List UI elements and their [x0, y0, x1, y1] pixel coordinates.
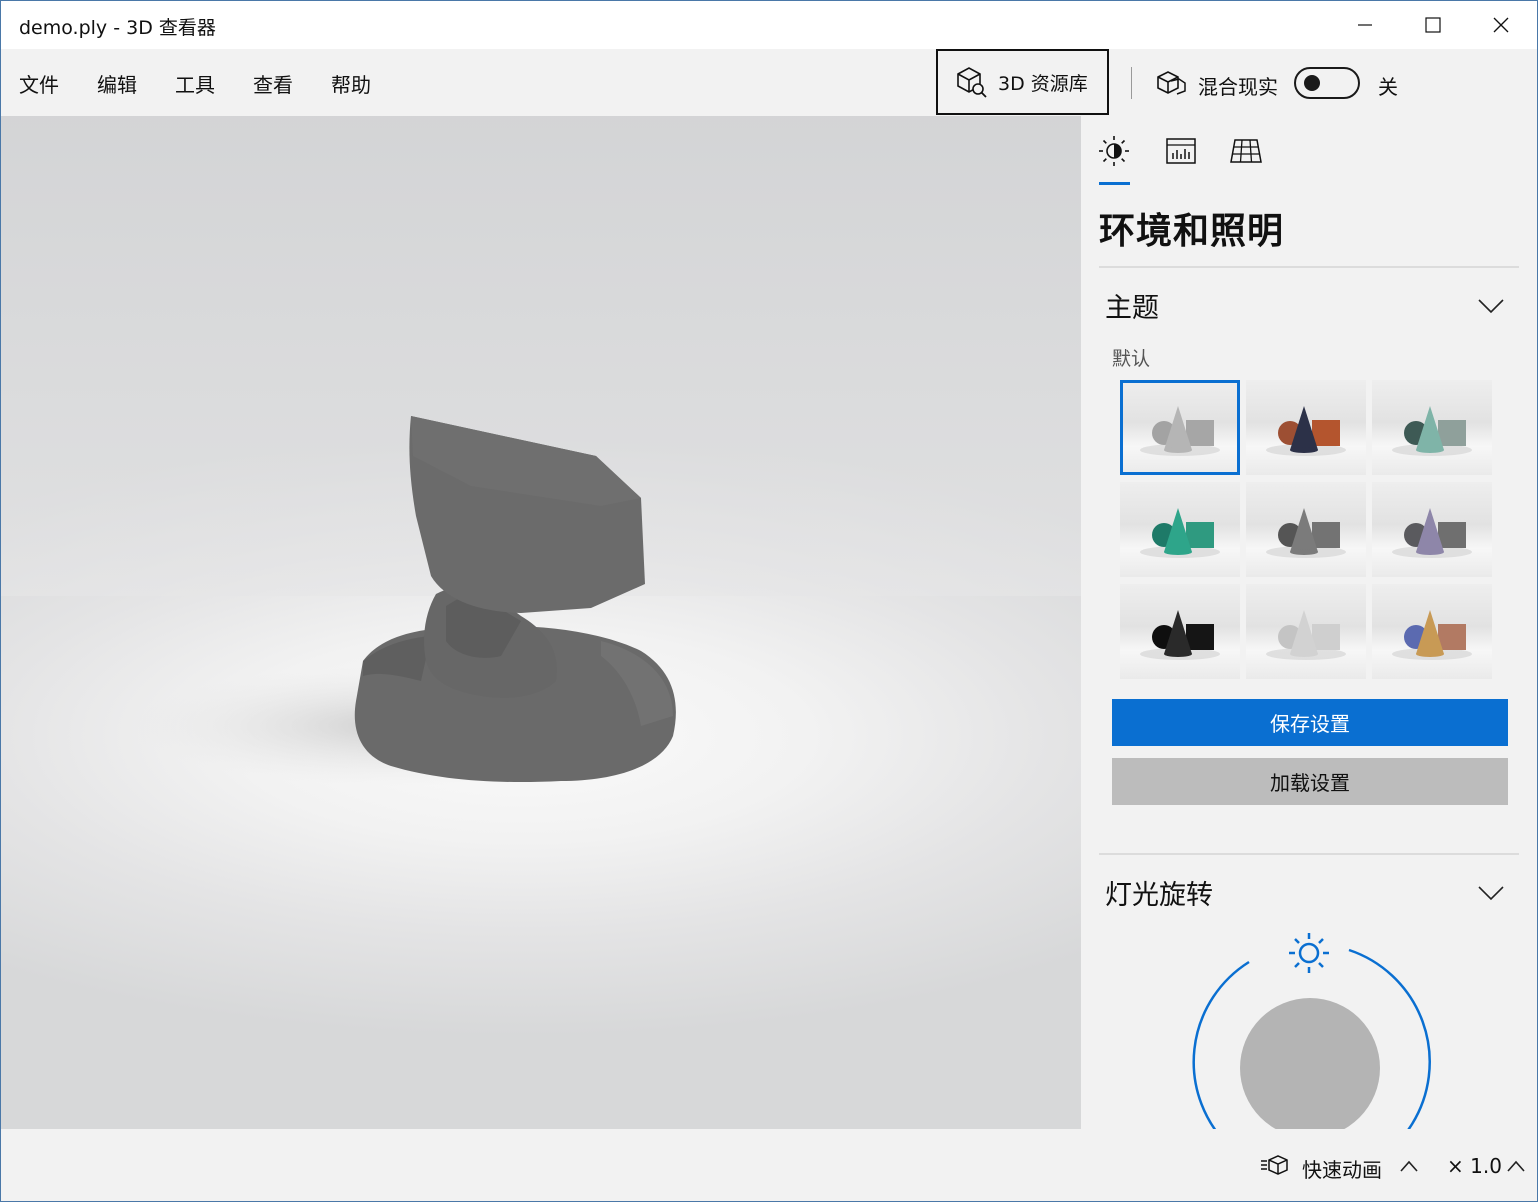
- theme-preview: [1392, 406, 1472, 456]
- menu-tools[interactable]: 工具: [175, 69, 215, 98]
- animation-icon: [1261, 1155, 1288, 1175]
- menu-file[interactable]: 文件: [19, 69, 59, 98]
- sun-icon[interactable]: [1097, 134, 1131, 168]
- panel-title: 环境和照明: [1099, 211, 1285, 252]
- theme-preview: [1266, 508, 1346, 558]
- animation-speed[interactable]: × 1.0: [1447, 1154, 1502, 1178]
- grid-icon[interactable]: [1229, 134, 1263, 168]
- window-title: demo.ply - 3D 查看器: [19, 17, 216, 39]
- app-window: demo.ply - 3D 查看器 文件 编辑 工具 查看 帮助 3D 资源库: [0, 0, 1538, 1202]
- section-divider: [1099, 853, 1519, 855]
- light-sun-icon: [1289, 933, 1329, 973]
- minimize-button[interactable]: [1331, 1, 1399, 49]
- theme-thumbnail[interactable]: [1372, 584, 1492, 679]
- theme-thumbnail[interactable]: [1372, 380, 1492, 475]
- 3d-model[interactable]: [1, 116, 1081, 1129]
- light-rotation-dial[interactable]: [1189, 928, 1433, 1129]
- menu-help[interactable]: 帮助: [331, 69, 371, 98]
- mixed-reality-label: 混合现实: [1198, 75, 1278, 99]
- chevron-down-icon[interactable]: [1476, 296, 1506, 316]
- 3d-library-button[interactable]: 3D 资源库: [936, 49, 1109, 115]
- environment-panel: 环境和照明 主题 默认 保存设置 加载设置 灯光旋转: [1081, 116, 1537, 1129]
- theme-section-title[interactable]: 主题: [1105, 286, 1159, 325]
- theme-grid: [1120, 380, 1495, 682]
- close-icon: [1493, 17, 1509, 33]
- light-rotation-title[interactable]: 灯光旋转: [1105, 873, 1213, 912]
- close-button[interactable]: [1467, 1, 1535, 49]
- toggle-state-label: 关: [1378, 75, 1398, 99]
- cube-search-icon: [957, 67, 987, 98]
- mixed-reality-toggle[interactable]: [1294, 67, 1360, 99]
- stats-icon[interactable]: [1164, 134, 1198, 168]
- title-divider: [1099, 266, 1519, 268]
- theme-group-label: 默认: [1112, 348, 1151, 370]
- theme-preview: [1392, 508, 1472, 558]
- theme-preview: [1140, 508, 1220, 558]
- toggle-knob: [1304, 75, 1320, 91]
- menu-divider: [1131, 67, 1132, 99]
- 3d-viewport[interactable]: [1, 116, 1081, 1129]
- minimize-icon: [1358, 24, 1372, 26]
- save-settings-button[interactable]: 保存设置: [1112, 699, 1508, 746]
- chevron-up-icon[interactable]: [1399, 1159, 1419, 1173]
- theme-preview: [1392, 610, 1472, 660]
- theme-preview: [1140, 610, 1220, 660]
- menu-edit[interactable]: 编辑: [97, 69, 137, 98]
- chevron-down-icon[interactable]: [1476, 883, 1506, 903]
- theme-preview: [1140, 406, 1220, 456]
- maximize-button[interactable]: [1399, 1, 1467, 49]
- chevron-up-icon[interactable]: [1506, 1159, 1526, 1173]
- animation-label[interactable]: 快速动画: [1302, 1154, 1382, 1183]
- maximize-icon: [1425, 17, 1441, 33]
- theme-preview: [1266, 406, 1346, 456]
- menu-bar: 文件 编辑 工具 查看 帮助 3D 资源库 混合现实 关: [1, 49, 1537, 116]
- load-settings-button[interactable]: 加载设置: [1112, 758, 1508, 805]
- theme-thumbnail[interactable]: [1120, 380, 1240, 475]
- 3d-library-label: 3D 资源库: [998, 72, 1088, 95]
- theme-thumbnail[interactable]: [1246, 584, 1366, 679]
- theme-preview: [1266, 610, 1346, 660]
- status-bar: 快速动画 × 1.0: [1, 1129, 1537, 1201]
- active-tab-indicator: [1099, 182, 1130, 185]
- theme-thumbnail[interactable]: [1246, 482, 1366, 577]
- title-bar: demo.ply - 3D 查看器: [1, 1, 1537, 49]
- menu-view[interactable]: 查看: [253, 69, 293, 98]
- theme-thumbnail[interactable]: [1120, 482, 1240, 577]
- theme-thumbnail[interactable]: [1120, 584, 1240, 679]
- mixed-reality-icon: [1157, 71, 1186, 95]
- theme-thumbnail[interactable]: [1372, 482, 1492, 577]
- theme-thumbnail[interactable]: [1246, 380, 1366, 475]
